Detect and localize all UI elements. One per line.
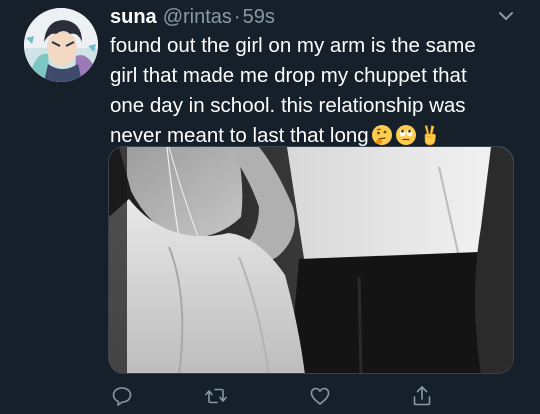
- tweet-photo[interactable]: [108, 146, 514, 374]
- victory-hand-emoji: [419, 124, 441, 146]
- tweet-text-line: girl that made me drop my chuppet that: [110, 64, 467, 87]
- reply-icon[interactable]: [110, 384, 134, 408]
- avatar[interactable]: [24, 8, 98, 82]
- display-name[interactable]: suna: [110, 4, 157, 30]
- tweet-actions: [0, 384, 540, 412]
- thinking-face-emoji: [371, 124, 393, 146]
- tweet[interactable]: suna @rintas · 59s found out the girl on…: [0, 0, 540, 414]
- tweet-text-line: found out the girl on my arm is the same: [110, 34, 476, 57]
- share-icon[interactable]: [410, 384, 434, 408]
- retweet-icon[interactable]: [204, 384, 228, 408]
- like-icon[interactable]: [308, 384, 332, 408]
- timestamp[interactable]: 59s: [243, 4, 275, 30]
- tweet-text-line: never meant to last that long: [110, 124, 369, 147]
- tweet-header: suna @rintas · 59s: [110, 4, 275, 30]
- tweet-text: found out the girl on my arm is the same…: [110, 31, 530, 151]
- user-handle[interactable]: @rintas: [163, 4, 232, 30]
- rolling-eyes-emoji: [395, 124, 417, 146]
- tweet-text-line: one day in school. this relationship was: [110, 94, 466, 117]
- chevron-down-icon[interactable]: [496, 8, 516, 24]
- header-separator: ·: [233, 6, 241, 28]
